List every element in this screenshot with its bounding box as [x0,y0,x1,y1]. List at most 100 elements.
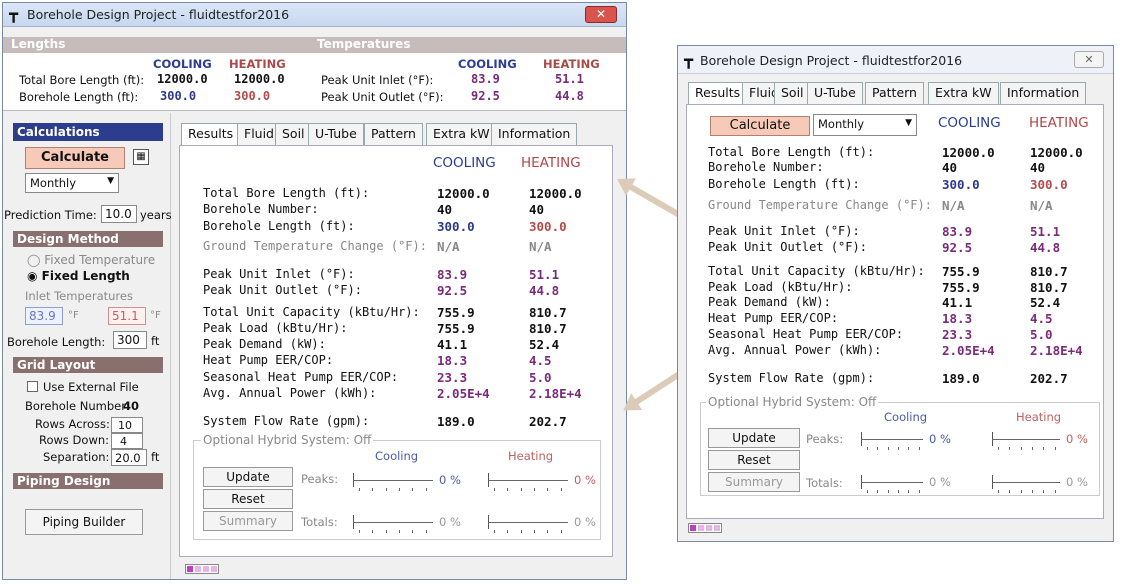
tab-pattern[interactable]: Pattern [364,123,423,145]
borehole-length-input[interactable]: 300 [113,331,147,349]
tab-u-tube[interactable]: U-Tube [308,123,364,145]
peaks-label: Peaks: [301,472,339,486]
fixed-length-label: Fixed Length [41,269,130,283]
result-heating-value: 300.0 [1030,177,1068,192]
result-label: Avg. Annual Power (kWh): [708,343,882,357]
temperatures-header-label: Temperatures [317,37,411,51]
lengths-heating-header: HEATING [229,57,286,71]
right-tab-results[interactable]: Results [688,82,748,104]
result-heating-value: 202.7 [1030,371,1068,386]
result-label: Borehole Number: [203,202,319,216]
right-period-select[interactable]: Monthly ▼ [813,114,917,136]
app-icon: ┳ [9,5,19,23]
slider-tick [877,490,879,493]
result-cooling-value: 92.5 [942,240,973,255]
grid-layout-header: Grid Layout [13,357,163,373]
fixed-length-radio[interactable]: ◉ Fixed Length [27,269,130,283]
progress-bar [185,564,219,574]
lengths-borehole-cool: 300.0 [160,89,197,103]
tab-results[interactable]: Results [181,123,241,145]
calculations-header: Calculations [13,123,163,141]
slider-tick [425,530,427,533]
progress-cell [698,525,704,531]
tab-soil[interactable]: Soil [275,123,312,145]
right-tab-extra-kw[interactable]: Extra kW [928,82,999,104]
slider-track[interactable] [861,482,923,483]
result-cooling-value: 41.1 [437,337,468,352]
right-reset-button[interactable]: Reset [708,450,800,470]
slider-percent: 0 % [574,515,596,529]
use-external-checkbox[interactable] [27,381,38,392]
calculations-header-label: Calculations [17,125,100,139]
right-peaks-label: Peaks: [806,432,844,446]
calculate-button[interactable]: Calculate [25,147,125,169]
right-close-button[interactable]: ✕ [1074,51,1104,68]
fixed-temperature-radio[interactable]: ◯ Fixed Temperature [27,253,155,267]
result-cooling-value: 755.9 [942,264,980,279]
result-label: Peak Demand (kW): [708,295,831,309]
slider-track[interactable] [488,522,568,523]
inlet-heat-input[interactable]: 51.1 [108,307,146,325]
result-cooling-value: 40 [437,202,453,217]
inlet-cool-input[interactable]: 83.9 [25,307,63,325]
close-button[interactable]: ✕ [585,6,617,23]
prediction-input[interactable]: 10.0 [101,205,137,223]
summary-button[interactable]: Summary [203,511,293,531]
totals-label: Totals: [301,515,338,529]
period-select[interactable]: Monthly ▼ [25,173,119,193]
slider-tick [998,490,999,493]
slider-track[interactable] [992,439,1060,440]
result-label: Total Unit Capacity (kBtu/Hr): [203,305,420,319]
slider-tick [560,488,562,491]
slider-track[interactable] [861,439,923,440]
result-cooling-value: N/A [942,198,965,213]
report-icon[interactable]: ▦ [133,149,149,165]
slider-tick [887,447,889,450]
temps-inlet-heat: 51.1 [555,72,584,86]
slider-track[interactable] [992,482,1060,483]
right-tab-pattern[interactable]: Pattern [865,82,924,104]
borehole-length-unit: ft [151,334,160,348]
rows-down-label: Rows Down: [39,433,110,447]
right-calculate-button[interactable]: Calculate [710,116,810,136]
piping-builder-button[interactable]: Piping Builder [25,509,143,535]
right-update-button[interactable]: Update [708,428,800,448]
right-totals-label: Totals: [806,476,843,490]
reset-label: Reset [231,492,265,506]
right-summary-button[interactable]: Summary [708,472,800,492]
right-tab-u-tube[interactable]: U-Tube [807,82,863,104]
result-label: Heat Pump EER/COP: [708,311,839,325]
slider-percent: 0 % [929,475,951,489]
result-heating-value: 40 [529,202,545,217]
rows-across-input[interactable]: 10 [111,417,143,433]
result-heating-value: 202.7 [529,414,567,429]
result-cooling-value: 83.9 [942,224,973,239]
result-label: Peak Load (kBtu/Hr): [708,280,853,294]
tab-information[interactable]: Information [491,123,578,145]
right-reset-label: Reset [737,453,771,467]
update-button[interactable]: Update [203,467,293,487]
result-heating-value: 810.7 [1030,280,1068,295]
rows-across-label: Rows Across: [35,417,110,431]
tab-extra-kw[interactable]: Extra kW [426,123,497,145]
result-heating-value: 2.18E+4 [529,386,582,401]
slider-tick [560,530,562,533]
result-heating-value: N/A [529,239,552,254]
result-label: Ground Temperature Change (°F): [203,239,427,253]
result-label: Peak Unit Outlet (°F): [203,283,362,297]
slider-tick [385,488,387,491]
right-tab-soil[interactable]: Soil [774,82,811,104]
slider-track[interactable] [353,522,433,523]
separation-input[interactable]: 20.0 [111,449,147,466]
lengths-header: Lengths [3,37,311,53]
prediction-unit: years [140,208,172,222]
temps-heating-header: HEATING [543,57,600,71]
tab-pattern-label: Pattern [371,126,416,141]
rows-down-input[interactable]: 4 [111,433,143,449]
hybrid-cooling-label: Cooling [375,449,419,463]
temps-outlet-label: Peak Unit Outlet (°F): [321,90,444,104]
slider-track[interactable] [353,480,433,481]
right-tab-information[interactable]: Information [1000,82,1087,104]
reset-button[interactable]: Reset [203,489,293,509]
slider-track[interactable] [488,480,568,481]
